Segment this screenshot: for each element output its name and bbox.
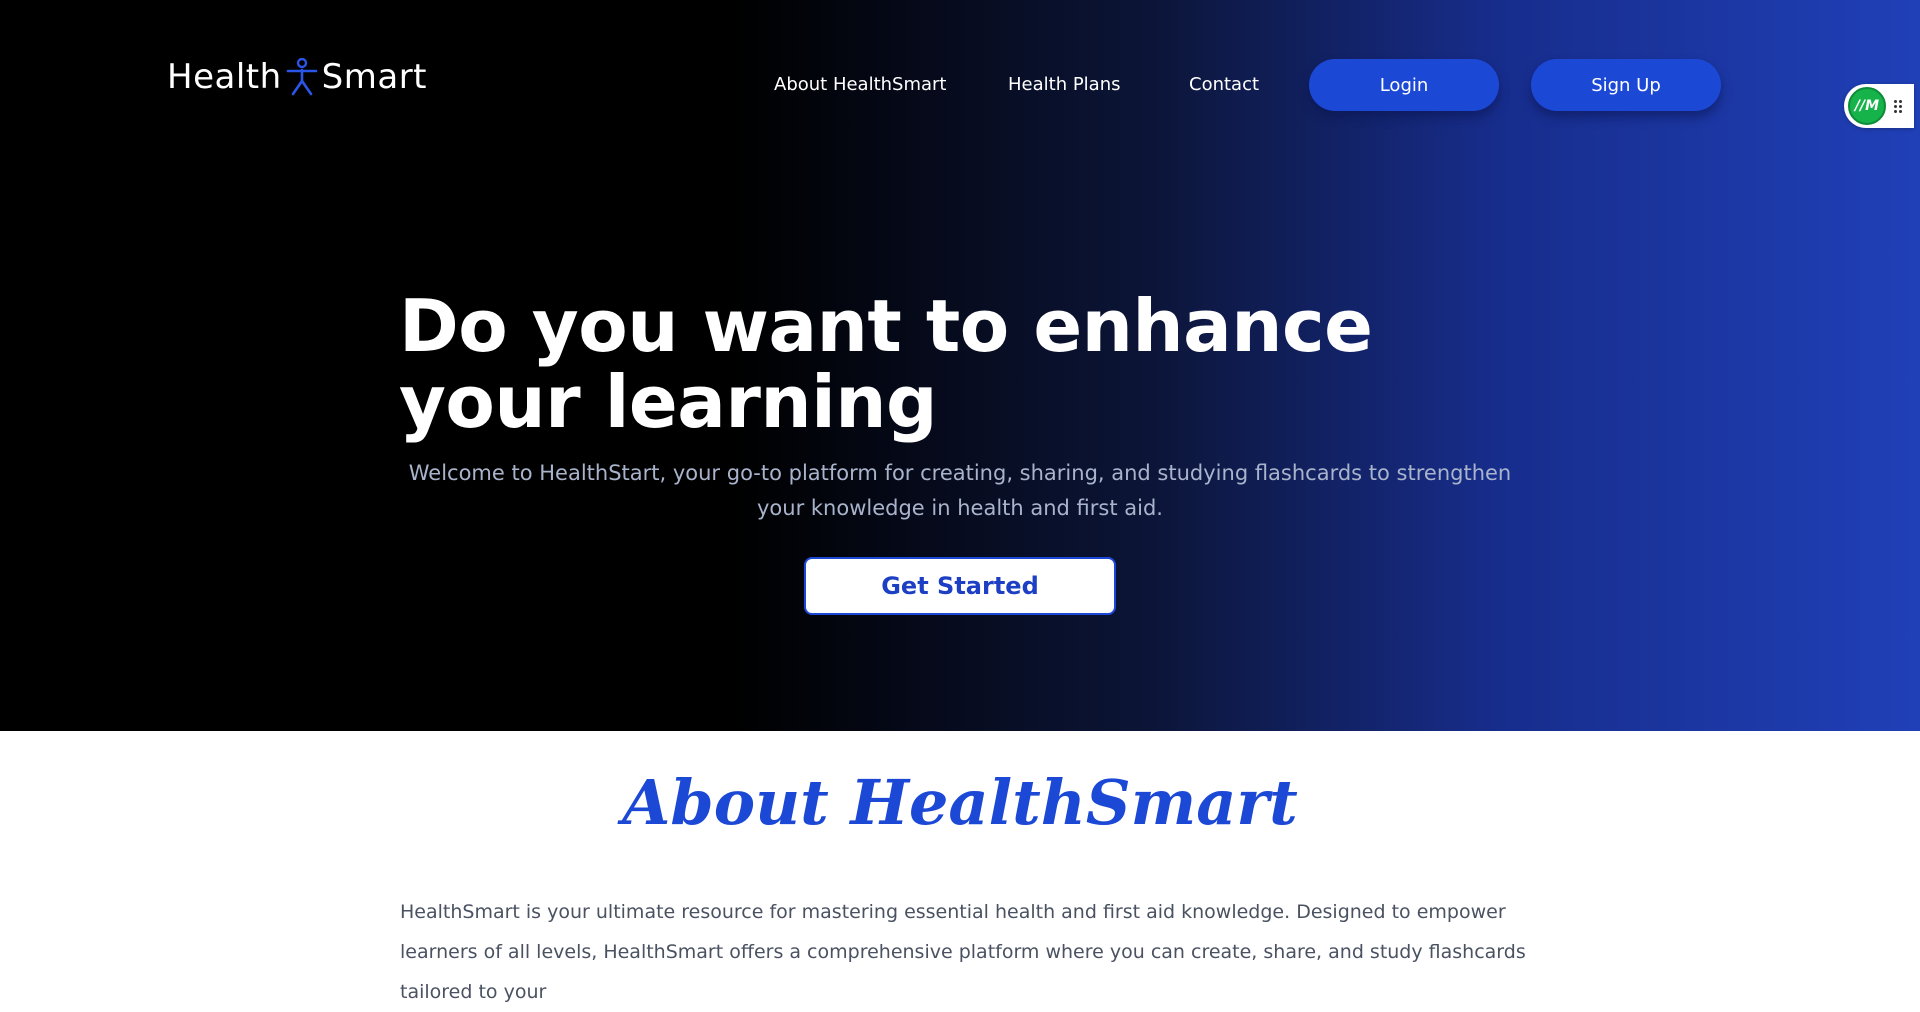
grip-dots-icon[interactable] (1894, 99, 1902, 113)
hero-section: Health Smart About HealthSmart Health Pl… (0, 0, 1920, 731)
nav-link-health-plans[interactable]: Health Plans (1008, 74, 1121, 96)
hero-subtitle: Welcome to HealthStart, your go-to platf… (408, 461, 1512, 520)
signup-button[interactable]: Sign Up (1531, 59, 1721, 111)
about-description: HealthSmart is your ultimate resource fo… (400, 901, 1526, 1003)
person-figure-icon (284, 57, 320, 97)
about-heading: About HealthSmart (622, 766, 1298, 839)
nav-link-about[interactable]: About HealthSmart (774, 74, 947, 96)
hero-title: Do you want to enhance your learning (399, 284, 1373, 444)
login-button[interactable]: Login (1309, 59, 1499, 111)
site-logo[interactable]: Health Smart (167, 54, 427, 100)
nav-link-contact[interactable]: Contact (1189, 74, 1259, 96)
about-section: About HealthSmart HealthSmart is your ul… (0, 731, 1920, 1003)
get-started-button[interactable]: Get Started (804, 557, 1116, 615)
extension-badge-icon[interactable]: //M (1848, 87, 1886, 125)
floating-extension-widget[interactable]: //M (1844, 84, 1914, 128)
top-navbar: Health Smart About HealthSmart Health Pl… (0, 0, 1920, 160)
logo-text-right: Smart (321, 57, 428, 97)
logo-text-left: Health (167, 57, 282, 97)
